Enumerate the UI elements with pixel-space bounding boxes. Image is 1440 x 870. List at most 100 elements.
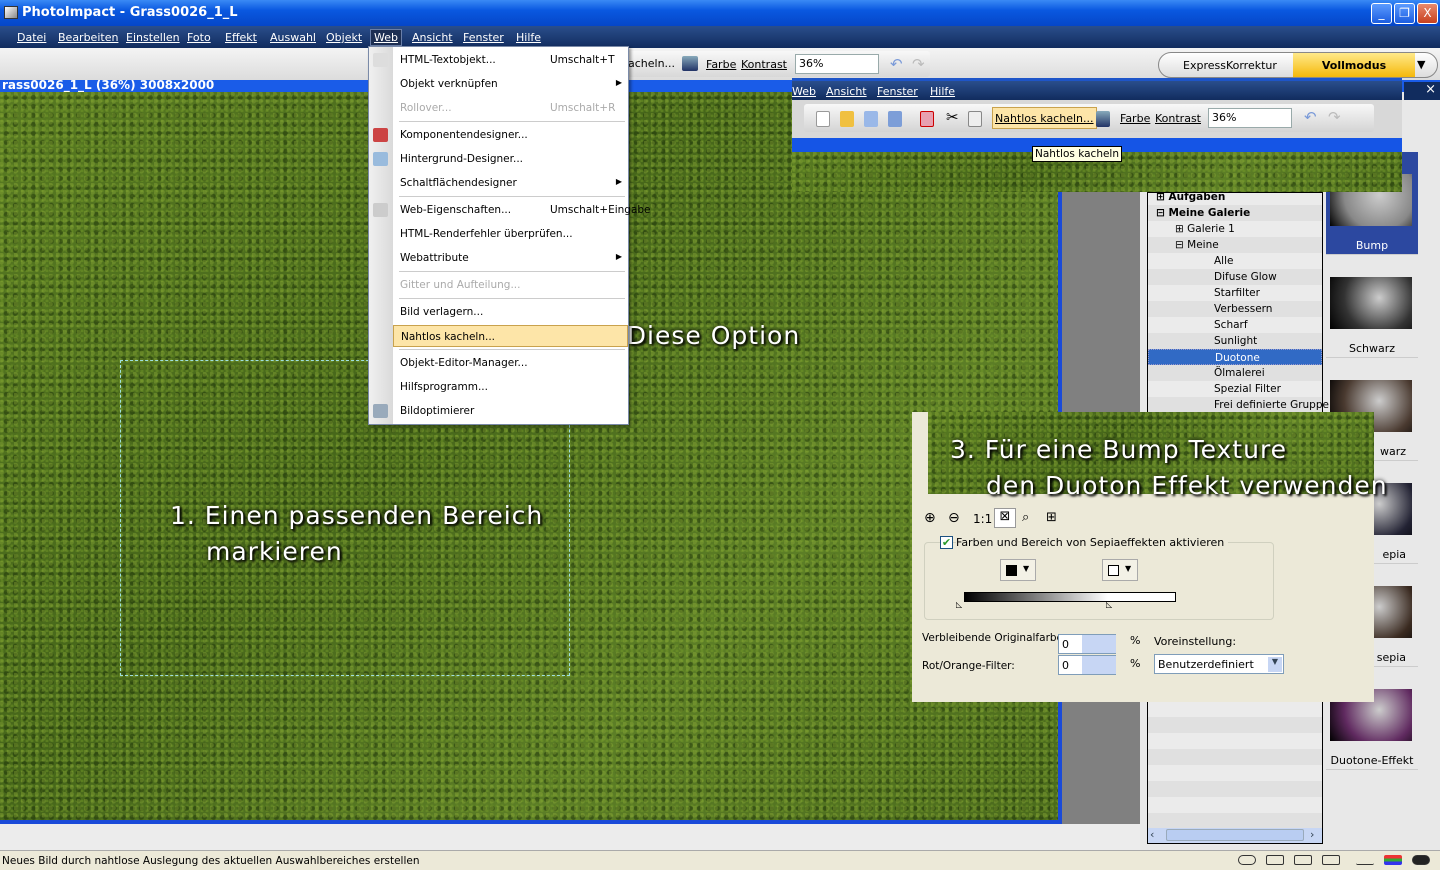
farbe-button[interactable]: Farbe (706, 58, 736, 71)
save-as-icon[interactable] (888, 111, 902, 127)
filter-spinner[interactable] (1082, 656, 1116, 674)
split-view-icon[interactable]: ⊞ (1046, 510, 1057, 525)
mask-icon[interactable] (1238, 855, 1256, 865)
overlay-menu-web[interactable]: Web (792, 85, 816, 98)
overlay-menu-fenster[interactable]: Fenster (877, 85, 918, 98)
range-end-handle[interactable]: ◺ (1106, 600, 1112, 609)
menu-item-komponentendesigner[interactable]: Komponentendesigner... (393, 124, 628, 146)
overlay-menu-hilfe[interactable]: Hilfe (930, 85, 955, 98)
tree-item[interactable]: Spezial Filter (1148, 381, 1322, 397)
sepia-checkbox[interactable]: ✔ (940, 536, 953, 549)
minimize-button[interactable]: _ (1371, 3, 1392, 24)
open-icon[interactable] (840, 111, 854, 127)
menu-objekt[interactable]: Objekt (326, 31, 362, 44)
ruler-icon[interactable] (1322, 855, 1340, 865)
overlay-farbe-button[interactable]: Farbe (1120, 112, 1150, 125)
copy-icon[interactable] (968, 111, 982, 127)
menu-item-objekt-editor-manager[interactable]: Objekt-Editor-Manager... (393, 352, 628, 374)
color-channels-icon[interactable] (1384, 855, 1402, 865)
tree-item[interactable]: ⊟ Meine Galerie (1148, 205, 1322, 221)
menu-foto[interactable]: Foto (187, 31, 211, 44)
vollmodus-button[interactable]: Vollmodus (1293, 53, 1415, 77)
tree-item-label: Scharf (1214, 319, 1248, 331)
redo-icon[interactable]: ↷ (1328, 108, 1341, 126)
undo-icon[interactable]: ↶ (1304, 108, 1317, 126)
collapse-icon[interactable]: ⊟ (1156, 207, 1168, 219)
menu-item-html-textobjekt[interactable]: HTML-Textobjekt... Umschalt+T (393, 49, 628, 71)
restore-button[interactable]: ❐ (1394, 3, 1415, 24)
histogram-icon[interactable] (1356, 855, 1374, 865)
tree-item[interactable]: Alle (1148, 253, 1322, 269)
collapse-icon[interactable]: ⊟ (1175, 239, 1187, 251)
menu-item-bild-verlagern[interactable]: Bild verlagern... (393, 301, 628, 323)
preset-dropdown-icon[interactable]: ▼ (1268, 657, 1282, 672)
menu-item-html-renderfehler-überprüfen[interactable]: HTML-Renderfehler überprüfen... (393, 223, 628, 245)
tree-item[interactable]: Scharf (1148, 317, 1322, 333)
tree-horizontal-scrollbar[interactable]: ‹ › (1148, 828, 1322, 843)
expand-icon[interactable]: ⊞ (1156, 191, 1168, 203)
menu-item-bildoptimierer[interactable]: Bildoptimierer (393, 400, 628, 422)
menu-item-hintergrund-designer[interactable]: Hintergrund-Designer... (393, 148, 628, 170)
color-adjust-icon[interactable] (1096, 111, 1110, 127)
undo-icon[interactable]: ↶ (890, 55, 903, 73)
overlay-zoom-select[interactable]: 36% (1208, 108, 1292, 128)
menu-auswahl[interactable]: Auswahl (270, 31, 316, 44)
save-icon[interactable] (864, 111, 878, 127)
menu-item-nahtlos-kacheln[interactable]: Nahtlos kacheln... (393, 325, 628, 347)
tree-item[interactable]: ⊟ Meine (1148, 237, 1322, 253)
tree-item[interactable]: Frei definierte Gruppe 1 (1148, 397, 1339, 413)
dark-color-picker[interactable]: ▼ (1000, 559, 1036, 581)
delete-icon[interactable] (920, 111, 934, 127)
info-icon[interactable] (1412, 855, 1430, 865)
tree-item[interactable]: Ölmalerei (1148, 365, 1322, 381)
menu-item-web-eigenschaften[interactable]: Web-Eigenschaften... Umschalt+Eingabe (393, 199, 651, 221)
preset-select[interactable]: Benutzerdefiniert (1154, 654, 1284, 674)
menu-hilfe[interactable]: Hilfe (516, 31, 541, 44)
nahtlos-kacheln-button[interactable]: Nahtlos kacheln... (992, 107, 1097, 129)
actual-size-button[interactable]: 1:1 (973, 512, 992, 526)
color-adjust-icon[interactable] (682, 56, 698, 71)
tree-item[interactable]: Verbessern (1148, 301, 1322, 317)
zoom-area-icon[interactable]: ⌕ (1022, 510, 1029, 525)
menu-item-objekt-verknüpfen[interactable]: Objekt verknüpfen ▶ (393, 73, 628, 95)
grid-icon[interactable] (1266, 855, 1284, 865)
menu-bearbeiten[interactable]: Bearbeiten (58, 31, 118, 44)
tree-item[interactable]: Sunlight (1148, 333, 1322, 349)
tree-item[interactable]: Difuse Glow (1148, 269, 1322, 285)
zoom-select[interactable]: 36% (795, 54, 879, 74)
close-button[interactable]: X (1417, 3, 1438, 24)
light-color-picker[interactable]: ▼ (1102, 559, 1138, 581)
nahtlos-button-partial[interactable]: acheln... (628, 57, 675, 70)
menu-datei[interactable]: Datei (17, 31, 46, 44)
mode-dropdown-icon[interactable]: ▼ (1417, 58, 1425, 71)
kontrast-button[interactable]: Kontrast (741, 58, 787, 71)
tree-item-label: Starfilter (1214, 287, 1260, 299)
menu-item-schaltflächendesigner[interactable]: Schaltflächendesigner ▶ (393, 172, 628, 194)
gallery-item[interactable]: Schwarz (1326, 255, 1418, 358)
expand-icon[interactable]: ⊞ (1175, 223, 1187, 235)
tree-item[interactable]: Starfilter (1148, 285, 1322, 301)
tree-item[interactable]: Duotone (1148, 349, 1322, 365)
tree-item[interactable]: ⊞ Galerie 1 (1148, 221, 1322, 237)
overlay-kontrast-button[interactable]: Kontrast (1155, 112, 1201, 125)
overlay-menu-ansicht[interactable]: Ansicht (826, 85, 867, 98)
menu-einstellen[interactable]: Einstellen (126, 31, 180, 44)
fit-window-icon[interactable]: ⊠ (994, 508, 1016, 528)
menu-effekt[interactable]: Effekt (225, 31, 257, 44)
overlay-close-icon[interactable]: × (1404, 82, 1440, 100)
gradient-range-bar[interactable] (964, 592, 1176, 602)
expresskorrektur-button[interactable]: ExpressKorrektur (1183, 59, 1277, 72)
menu-fenster[interactable]: Fenster (463, 31, 504, 44)
menu-item-hilfsprogramm[interactable]: Hilfsprogramm... (393, 376, 628, 398)
frame-icon[interactable] (1294, 855, 1312, 865)
cut-icon[interactable]: ✂ (946, 108, 959, 126)
menu-ansicht[interactable]: Ansicht (412, 31, 453, 44)
zoom-in-icon[interactable]: ⊕ (924, 510, 936, 526)
range-start-handle[interactable]: ◺ (956, 600, 962, 609)
zoom-out-icon[interactable]: ⊖ (948, 510, 960, 526)
menu-item-webattribute[interactable]: Webattribute ▶ (393, 247, 628, 269)
new-file-icon[interactable] (816, 111, 830, 127)
original-color-spinner[interactable] (1082, 635, 1116, 653)
redo-icon[interactable]: ↷ (912, 55, 925, 73)
menu-web[interactable]: Web (370, 29, 402, 46)
